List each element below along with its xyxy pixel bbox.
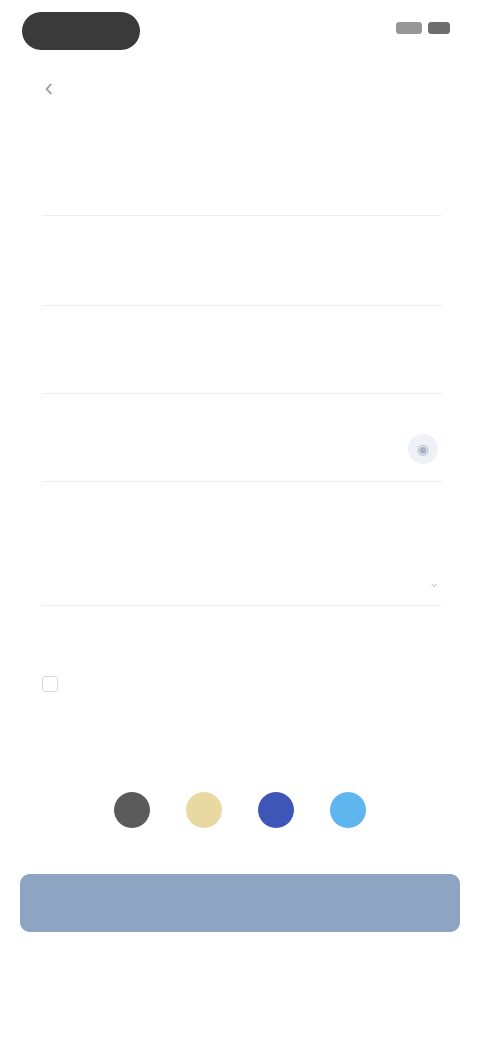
primary-submit-button[interactable] — [20, 874, 460, 932]
form-field-1[interactable] — [42, 152, 442, 216]
password-field[interactable]: ◉ — [42, 418, 442, 482]
signal-icon — [396, 22, 422, 34]
top-bar: ‹ — [0, 60, 480, 116]
eye-icon: ◉ — [416, 440, 430, 457]
form-field-2[interactable] — [42, 242, 442, 306]
agree-checkbox[interactable] — [42, 676, 58, 692]
back-button[interactable]: ‹ — [34, 72, 64, 102]
dynamic-island — [22, 12, 140, 50]
chevron-left-icon: ‹ — [44, 71, 54, 102]
password-toggle-button[interactable]: ◉ — [408, 434, 438, 464]
chevron-down-icon: ⌄ — [428, 574, 440, 590]
social-icon-1[interactable] — [114, 792, 150, 828]
form-field-3[interactable] — [42, 330, 442, 394]
agree-row[interactable] — [42, 676, 68, 692]
battery-icon — [428, 22, 450, 34]
region-dropdown[interactable]: ⌄ — [42, 562, 442, 606]
status-indicators — [396, 22, 450, 34]
social-icon-2[interactable] — [186, 792, 222, 828]
social-icon-3[interactable] — [258, 792, 294, 828]
social-login-row — [0, 792, 480, 828]
social-icon-4[interactable] — [330, 792, 366, 828]
